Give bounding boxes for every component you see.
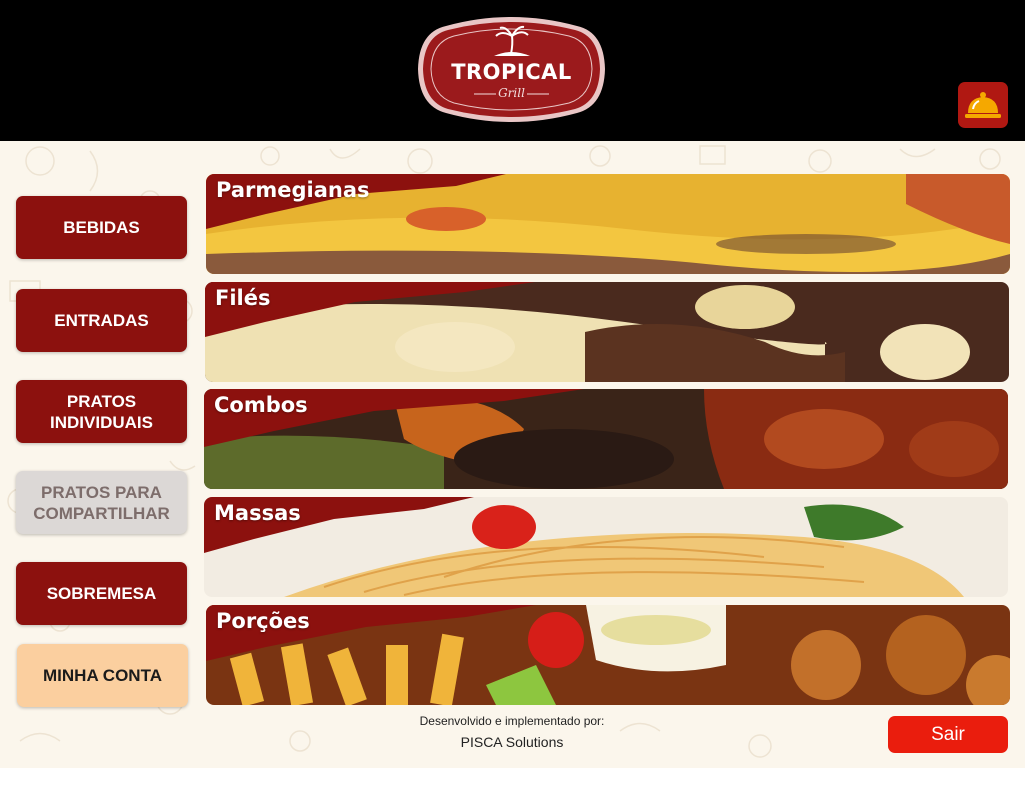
category-combos-banner[interactable]: Combos — [204, 389, 1008, 489]
category-title: Combos — [214, 393, 308, 417]
massas-food-image — [204, 497, 1008, 597]
developer-credit-label: Desenvolvido e implementado por: — [419, 714, 605, 728]
category-title: Parmegianas — [216, 178, 370, 202]
combos-food-image — [204, 389, 1008, 489]
category-massas-banner[interactable]: Massas — [204, 497, 1008, 597]
brand-subtitle: Grill — [498, 86, 525, 100]
service-bell-icon — [965, 92, 1001, 118]
developer-company-name: PISCA Solutions — [460, 734, 564, 750]
category-title: Porções — [216, 609, 310, 633]
porcoes-food-image — [206, 605, 1010, 705]
my-account-button[interactable]: MINHA CONTA — [17, 644, 188, 707]
nav-entradas-button[interactable]: ENTRADAS — [16, 289, 187, 352]
tropical-grill-logo: TROPICAL Grill — [416, 14, 607, 125]
category-title: Filés — [215, 286, 271, 310]
category-porcoes-banner[interactable]: Porções — [206, 605, 1010, 705]
nav-pratos-compartilhar-button[interactable]: PRATOS PARA COMPARTILHAR — [16, 471, 187, 534]
files-food-image — [205, 282, 1009, 382]
exit-button[interactable]: Sair — [888, 716, 1008, 753]
top-bar: TROPICAL Grill — [0, 0, 1025, 141]
category-files-banner[interactable]: Filés — [205, 282, 1009, 382]
category-title: Massas — [214, 501, 301, 525]
call-waiter-button[interactable] — [958, 82, 1008, 128]
nav-sobremesa-button[interactable]: SOBREMESA — [16, 562, 187, 625]
category-parmegianas-banner[interactable]: Parmegianas — [206, 174, 1010, 274]
brand-name: TROPICAL — [451, 60, 572, 84]
nav-bebidas-button[interactable]: BEBIDAS — [16, 196, 187, 259]
nav-pratos-individuais-button[interactable]: PRATOS INDIVIDUAIS — [16, 380, 187, 443]
